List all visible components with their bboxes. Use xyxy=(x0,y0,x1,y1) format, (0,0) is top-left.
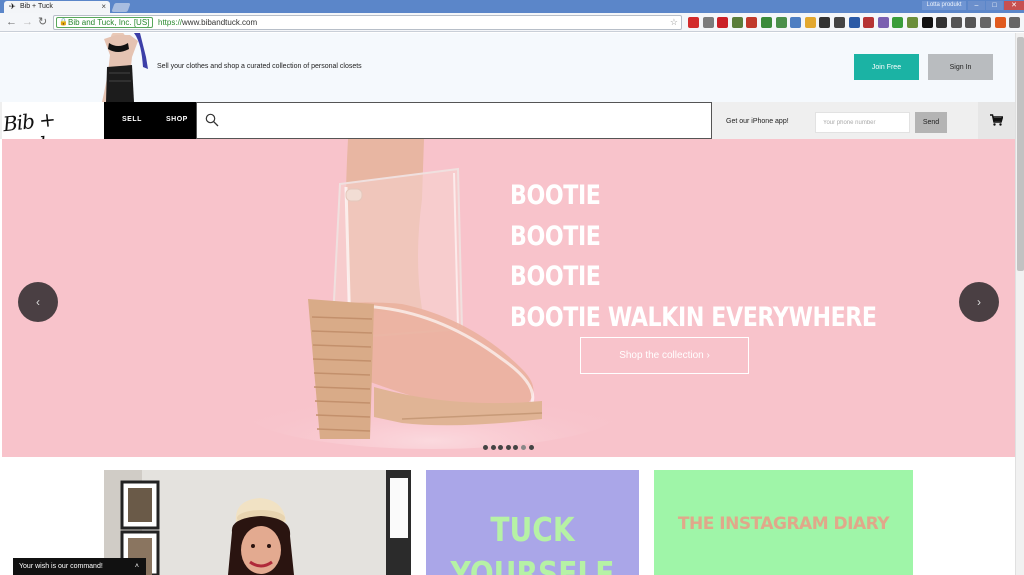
search-input[interactable] xyxy=(227,109,697,133)
portrait-photo xyxy=(104,470,411,575)
screen-icon[interactable] xyxy=(790,17,802,28)
minimize-icon[interactable]: – xyxy=(968,1,985,10)
url-scheme: https:// xyxy=(158,18,183,27)
url-host: www.bibandtuck.com xyxy=(182,18,258,27)
browser-toolbar: ← → ↻ 🔒 Bib and Tuck, Inc. [US] https://… xyxy=(0,13,1024,32)
tile-instagram-diary[interactable]: THE INSTAGRAM DIARY xyxy=(654,470,913,575)
carousel-dot[interactable] xyxy=(490,445,496,450)
tile-tuck-yourself[interactable]: TUCK YOURSELF xyxy=(426,470,639,575)
dots-icon[interactable] xyxy=(877,17,889,28)
carousel-dot[interactable] xyxy=(483,445,488,450)
tab-close-icon[interactable]: × xyxy=(101,1,106,13)
phone-number-field[interactable] xyxy=(815,112,910,133)
circle-icon[interactable] xyxy=(819,17,831,28)
site-navbar: Bib + Tuck SELL SHOP Get our iPhone app!… xyxy=(0,102,1015,160)
ev-certificate-badge[interactable]: 🔒 Bib and Tuck, Inc. [US] xyxy=(56,17,154,28)
cart-button[interactable] xyxy=(978,102,1015,139)
black-icon[interactable] xyxy=(921,17,933,28)
tab-favicon-icon: ✈ xyxy=(9,2,16,11)
tile-portrait[interactable] xyxy=(104,470,411,575)
page-scrollbar[interactable] xyxy=(1015,33,1024,575)
smile-icon[interactable] xyxy=(804,17,816,28)
join-free-button[interactable]: Join Free xyxy=(854,54,919,80)
headline-line: BOOTIE WALKIN EVERYWHERE xyxy=(510,301,877,333)
headline-line: BOOTIE xyxy=(510,261,601,292)
pocket-icon[interactable] xyxy=(965,17,977,28)
m-icon[interactable] xyxy=(834,17,845,28)
pen-icon[interactable] xyxy=(950,17,962,28)
green-icon[interactable] xyxy=(892,17,904,28)
lock-icon: 🔒 xyxy=(59,19,68,26)
iphone-app-label: Get our iPhone app! xyxy=(726,118,789,125)
carousel-dot[interactable] xyxy=(521,445,526,450)
carousel-next-button[interactable]: › xyxy=(959,282,999,322)
tile-instagram-title: THE INSTAGRAM DIARY xyxy=(677,514,890,534)
reload-icon[interactable]: ↻ xyxy=(38,15,47,29)
mail-icon[interactable] xyxy=(980,17,991,28)
menu-icon[interactable] xyxy=(1009,17,1021,28)
carousel-dot[interactable] xyxy=(528,445,534,450)
tile-tuck-line1: TUCK xyxy=(490,510,575,549)
main-nav: SELL SHOP xyxy=(104,102,196,139)
pb-icon[interactable] xyxy=(761,17,772,28)
record-icon[interactable] xyxy=(746,17,758,28)
scale-icon[interactable] xyxy=(702,17,714,28)
cart-icon xyxy=(990,114,1003,126)
sign-in-button[interactable]: Sign In xyxy=(928,54,993,80)
heart-icon[interactable] xyxy=(688,17,699,28)
search-icon[interactable] xyxy=(205,113,219,127)
recycle-icon[interactable] xyxy=(775,17,787,28)
hero-carousel: BOOTIE BOOTIE BOOTIE BOOTIE WALKIN EVERY… xyxy=(2,139,1015,457)
ev-badge-text: Bib and Tuck, Inc. [US] xyxy=(68,18,150,27)
tab-title: Bib + Tuck xyxy=(20,3,53,10)
forward-arrow-icon[interactable]: → xyxy=(22,15,33,29)
hero-headline: BOOTIE BOOTIE BOOTIE BOOTIE WALKIN EVERY… xyxy=(510,176,877,338)
search-box xyxy=(196,102,712,139)
back-arrow-icon[interactable]: ← xyxy=(6,15,17,29)
headline-line: BOOTIE xyxy=(510,220,601,252)
dropper-icon[interactable] xyxy=(731,17,743,28)
scrollbar-thumb[interactable] xyxy=(1017,37,1024,271)
send-button[interactable]: Send xyxy=(915,112,947,133)
close-window-icon[interactable]: ✕ xyxy=(1004,1,1024,10)
new-tab-button[interactable] xyxy=(111,3,131,12)
abp-icon[interactable] xyxy=(994,17,1006,28)
model-photo xyxy=(96,33,154,102)
tile-tuck-line2: YOURSELF xyxy=(450,554,615,575)
site-logo[interactable]: Bib + Tuck xyxy=(2,102,104,160)
feature-tiles: TUCK YOURSELF THE INSTAGRAM DIARY xyxy=(0,457,1015,575)
browser-chrome: ✈ Bib + Tuck × Lotta produkt – □ ✕ ← → ↻… xyxy=(0,0,1024,32)
shop-collection-button[interactable]: Shop the collection › xyxy=(580,337,749,374)
nav-sell-link[interactable]: SELL xyxy=(122,116,142,123)
chat-label: Your wish is our command! xyxy=(19,563,103,570)
chevron-up-icon[interactable]: ˄ xyxy=(135,558,139,575)
tab-strip: ✈ Bib + Tuck × Lotta produkt – □ ✕ xyxy=(0,0,1024,13)
maximize-icon[interactable]: □ xyxy=(986,1,1003,10)
bookmark-star-icon[interactable]: ☆ xyxy=(670,16,678,29)
carousel-dot[interactable] xyxy=(505,445,511,450)
pinterest-icon[interactable] xyxy=(717,17,729,28)
photo-icon[interactable] xyxy=(907,17,918,28)
profile-label[interactable]: Lotta produkt xyxy=(922,1,966,10)
grid-icon[interactable] xyxy=(848,17,860,28)
promo-banner: Sell your clothes and shop a curated col… xyxy=(0,33,1015,102)
url-text[interactable]: https://www.bibandtuck.com xyxy=(158,16,257,29)
nav-shop-link[interactable]: SHOP xyxy=(166,116,188,123)
promo-tagline: Sell your clothes and shop a curated col… xyxy=(157,63,362,70)
browser-tab[interactable]: ✈ Bib + Tuck × xyxy=(4,1,110,13)
address-bar[interactable]: 🔒 Bib and Tuck, Inc. [US] https://www.bi… xyxy=(53,15,682,30)
hat-icon[interactable] xyxy=(863,17,875,28)
layers-icon[interactable] xyxy=(936,17,948,28)
chat-widget[interactable]: Your wish is our command! ˄ xyxy=(13,558,146,575)
headline-line: BOOTIE xyxy=(510,180,601,211)
carousel-prev-button[interactable]: ‹ xyxy=(18,282,58,322)
